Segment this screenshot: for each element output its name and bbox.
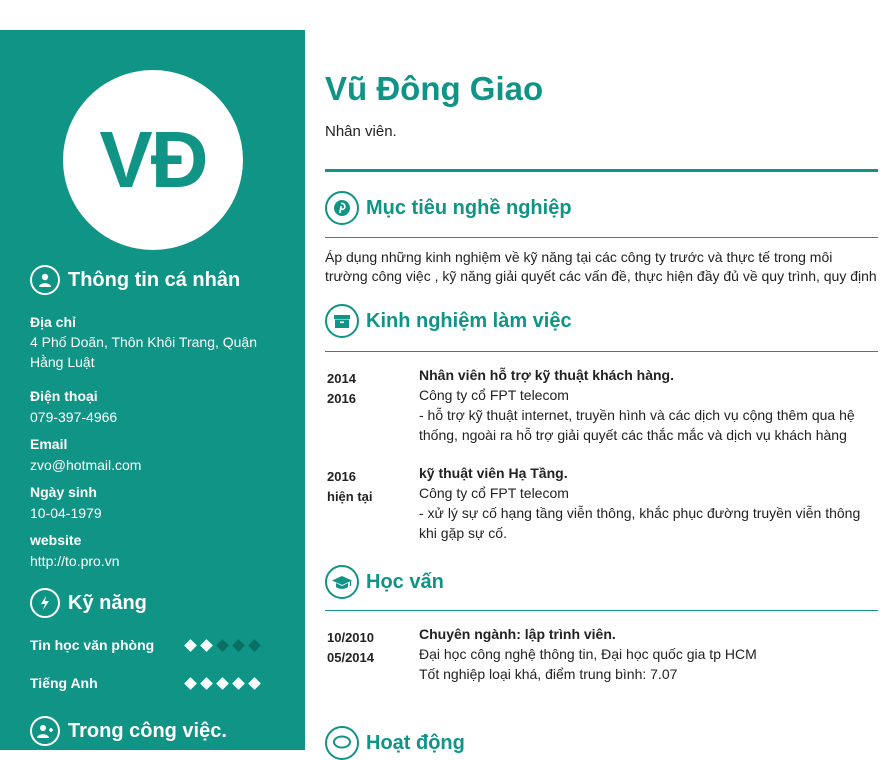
education-divider [325,610,878,611]
objective-header: Mục tiêu nghề nghiệp [325,191,572,225]
skills-header: Kỹ năng [30,588,147,618]
job-description: thống, ngoài ra hỗ trợ giải quyết các th… [419,427,847,443]
work-style-title: Trong công việc. [68,719,227,742]
education-entry: Chuyên ngành: lập trình viên. Đại học cô… [419,624,879,684]
phone-label: Điện thoại [30,388,98,404]
phone-value: 079-397-4966 [30,409,118,425]
skill-name: Tiếng Anh [30,675,98,691]
skill-diamond [216,677,229,690]
skill-rating [184,639,266,652]
pinterest-icon [325,191,359,225]
job-entry: kỹ thuật viên Hạ Tầng. Công ty cổ FPT te… [419,463,879,543]
education-title: Học vấn [366,570,444,593]
skill-name: Tin học văn phòng [30,637,155,653]
birthday-value: 10-04-1979 [30,505,102,521]
skill-diamond [232,677,245,690]
lightning-icon [30,588,60,618]
chat-bubble-icon [325,726,359,760]
personal-info-title: Thông tin cá nhân [68,268,241,291]
user-icon [30,265,60,295]
skill-diamond [248,639,261,652]
activities-title: Hoạt động [366,731,465,754]
education-major: Chuyên ngành: lập trình viên. [419,626,616,642]
experience-title: Kinh nghiệm làm việc [366,309,572,332]
briefcase-icon [325,304,359,338]
education-end-date: 05/2014 [327,650,374,665]
address-line-1: 4 Phố Doãn, Thôn Khôi Trang, Quận [30,334,258,350]
avatar-initials: VĐ [99,115,208,204]
job-description: - xử lý sự cố hạng tầng viễn thông, khắc… [419,505,861,521]
graduation-cap-icon [325,565,359,599]
skill-diamond [184,639,197,652]
address-line-2: Hằng Luật [30,354,95,370]
objective-line-1: Áp dụng những kinh nghiệm về kỹ năng tại… [325,249,833,265]
email-value: zvo@hotmail.com [30,457,142,473]
objective-title: Mục tiêu nghề nghiệp [366,196,572,219]
skills-title: Kỹ năng [68,591,147,614]
activities-header: Hoạt động [325,726,465,760]
person-name: Vũ Đông Giao [325,70,544,107]
job-entry: Nhân viên hỗ trợ kỹ thuật khách hàng. Cô… [419,365,879,445]
main-content: Vũ Đông Giao Nhân viên. Mục tiêu nghề ng… [325,0,879,760]
add-user-icon [30,716,60,746]
website-label: website [30,532,82,548]
skill-diamond [184,677,197,690]
experience-divider [325,351,878,352]
job-company: Công ty cổ FPT telecom [419,387,569,403]
job-start-date: 2014 [327,371,356,386]
job-position: kỹ thuật viên Hạ Tầng. [419,465,568,481]
job-end-date: hiện tại [327,489,373,504]
experience-header: Kinh nghiệm làm việc [325,304,572,338]
skill-rating [184,677,266,690]
job-start-date: 2016 [327,469,356,484]
skill-diamond [248,677,261,690]
work-style-header: Trong công việc. [30,716,227,746]
birthday-label: Ngày sinh [30,484,97,500]
personal-info-header: Thông tin cá nhân [30,265,240,295]
skill-diamond [232,639,245,652]
job-end-date: 2016 [327,391,356,406]
education-school: Đại học công nghệ thông tin, Đại học quố… [419,646,757,662]
job-description: khi gặp sự cố. [419,525,507,541]
skill-diamond [200,677,213,690]
education-header: Học vấn [325,565,444,599]
email-label: Email [30,436,68,452]
skill-diamond [216,639,229,652]
person-role: Nhân viên. [325,123,397,140]
sidebar: VĐ Thông tin cá nhân Địa chỉ 4 Phố Doãn,… [0,30,305,750]
job-position: Nhân viên hỗ trợ kỹ thuật khách hàng. [419,367,674,383]
job-description: - hỗ trợ kỹ thuật internet, truyền hình … [419,407,855,423]
education-result: Tốt nghiệp loại khá, điểm trung bình: 7.… [419,666,678,682]
objective-line-2: trường công việc , kỹ năng giải quyết cá… [325,268,877,284]
address-label: Địa chỉ [30,314,76,330]
objective-divider [325,237,878,238]
education-start-date: 10/2010 [327,630,374,645]
skill-diamond [200,639,213,652]
website-value[interactable]: http://to.pro.vn [30,551,270,571]
header-divider [325,169,878,172]
avatar: VĐ [63,70,243,250]
job-company: Công ty cổ FPT telecom [419,485,569,501]
